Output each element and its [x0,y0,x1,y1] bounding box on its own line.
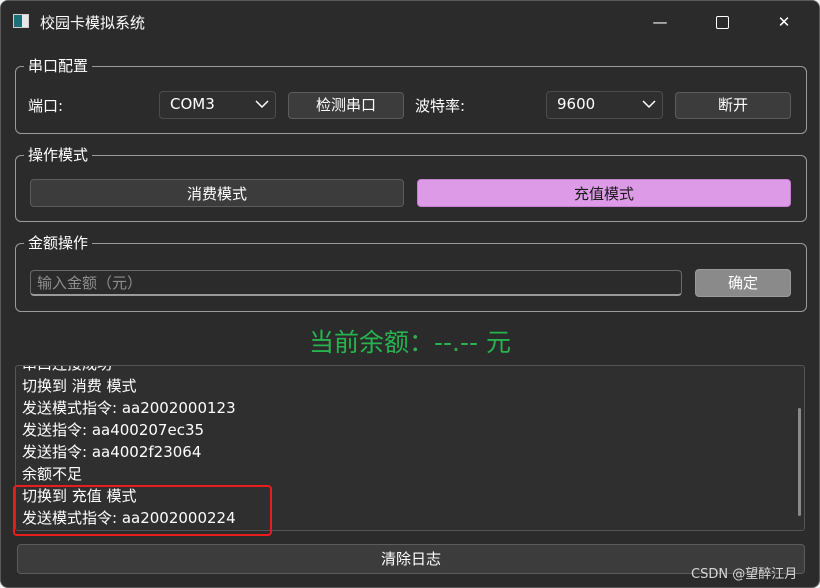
close-button[interactable]: ✕ [761,9,807,35]
title-bar: 校园卡模拟系统 — ✕ [1,1,819,41]
balance-display: 当前余额：--.-- 元 [309,328,511,357]
main-window: 校园卡模拟系统 — ✕ 串口配置 端口: COM3 检测串口 波特率: 9600… [0,0,820,588]
log-line: 串口连接成功 [22,366,236,375]
confirm-button[interactable]: 确定 [695,269,791,297]
log-scrollbar[interactable] [798,408,801,516]
clear-log-button[interactable]: 清除日志 [17,544,805,574]
consume-mode-button[interactable]: 消费模式 [30,179,404,207]
minimize-icon: — [652,13,668,31]
disconnect-button[interactable]: 断开 [675,92,791,119]
log-line: 发送指令: aa4002f23064 [22,443,202,461]
maximize-button[interactable] [699,9,745,35]
serial-config-title: 串口配置 [24,55,93,76]
watermark: CSDN @望醉江月 [691,567,798,582]
app-icon [13,14,29,28]
port-select-value: COM3 [170,95,215,113]
log-line: 切换到 消费 模式 [22,377,137,395]
amount-group-title: 金额操作 [24,232,93,253]
chevron-down-icon [642,100,656,109]
recharge-mode-button[interactable]: 充值模式 [417,179,791,207]
maximize-icon [715,16,729,29]
log-line: 余额不足 [22,465,83,483]
baud-label: 波特率: [415,97,466,115]
amount-input[interactable] [30,270,682,296]
port-label: 端口: [28,97,64,115]
mode-group-title: 操作模式 [24,144,93,165]
baud-select[interactable]: 9600 [546,91,663,119]
chevron-down-icon [255,100,269,109]
detect-port-button[interactable]: 检测串口 [288,92,404,119]
baud-select-value: 9600 [557,95,596,113]
minimize-button[interactable]: — [637,9,683,35]
log-line: 发送模式指令: aa2002000123 [22,399,236,417]
window-title: 校园卡模拟系统 [40,14,146,32]
log-line: 发送指令: aa400207ec35 [22,421,205,439]
port-select[interactable]: COM3 [159,91,276,119]
highlight-box [13,485,272,536]
close-icon: ✕ [777,13,791,31]
